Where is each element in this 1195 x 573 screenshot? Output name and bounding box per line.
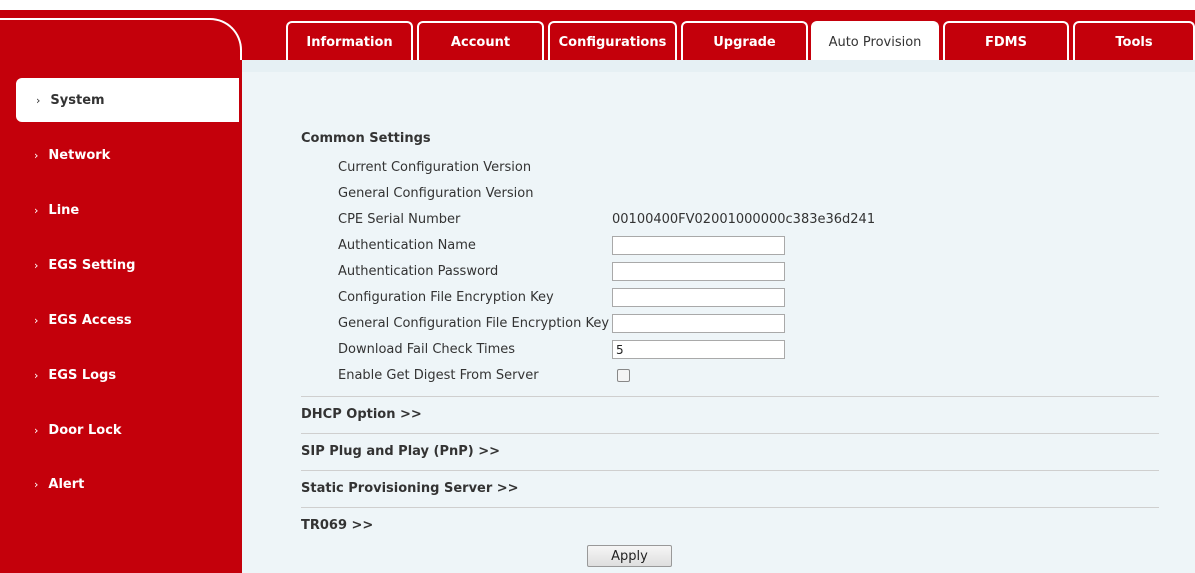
apply-button[interactable]: Apply [587, 545, 672, 567]
chevron-right-icon: › [34, 148, 39, 162]
tab-upgrade[interactable]: Upgrade [681, 21, 808, 62]
tab-label: Auto Provision [828, 35, 922, 50]
tab-fdms[interactable]: FDMS [943, 21, 1069, 62]
auth-name-field[interactable] [612, 236, 785, 255]
divider [301, 433, 1159, 434]
divider [301, 507, 1159, 508]
sidebar-item-label: Door Lock [48, 422, 122, 438]
tab-tools[interactable]: Tools [1073, 21, 1195, 62]
tab-label: Upgrade [713, 35, 776, 50]
digest-label: Enable Get Digest From Server [338, 368, 539, 383]
cpe-serial-value: 00100400FV02001000000c383e36d241 [612, 212, 876, 227]
sidebar-item-line[interactable]: › Line [0, 188, 242, 232]
dhcp-option-link[interactable]: DHCP Option >> [301, 407, 422, 422]
auth-name-label: Authentication Name [338, 238, 476, 253]
chevron-right-icon: › [34, 368, 39, 382]
chevron-right-icon: › [34, 203, 39, 217]
tab-label: Information [306, 35, 393, 50]
sidebar-item-egs-logs[interactable]: › EGS Logs [0, 353, 242, 397]
sidebar-item-label: EGS Access [48, 312, 132, 328]
digest-checkbox[interactable] [617, 369, 630, 382]
sidebar-item-label: EGS Setting [48, 257, 136, 273]
sidebar-item-door-lock[interactable]: › Door Lock [0, 408, 242, 452]
tab-row-background [242, 60, 1195, 72]
sidebar-item-label: System [50, 92, 105, 108]
chevron-right-icon: › [34, 258, 39, 272]
config-encryption-key-field[interactable] [612, 288, 785, 307]
tab-label: Configurations [558, 35, 667, 50]
tab-label: FDMS [985, 35, 1027, 50]
sidebar-item-label: EGS Logs [48, 367, 117, 383]
sidebar-item-alert[interactable]: › Alert [0, 462, 242, 506]
tab-configurations[interactable]: Configurations [548, 21, 677, 62]
sidebar-item-label: Network [48, 147, 111, 163]
sidebar-item-egs-setting[interactable]: › EGS Setting [0, 243, 242, 287]
static-provisioning-link[interactable]: Static Provisioning Server >> [301, 481, 519, 496]
chevron-right-icon: › [36, 93, 41, 107]
sidebar-item-system[interactable]: › System [16, 78, 239, 122]
chevron-right-icon: › [34, 423, 39, 437]
tab-label: Tools [1115, 35, 1153, 50]
tab-account[interactable]: Account [417, 21, 544, 62]
sidebar-header [0, 18, 242, 60]
tab-auto-provision[interactable]: Auto Provision [811, 21, 939, 62]
chevron-right-icon: › [34, 477, 39, 491]
sidebar-item-label: Line [48, 202, 80, 218]
config-encryption-key-label: Configuration File Encryption Key [338, 290, 554, 305]
sidebar-item-label: Alert [48, 476, 85, 492]
tr069-link[interactable]: TR069 >> [301, 518, 373, 533]
chevron-right-icon: › [34, 313, 39, 327]
general-encryption-key-field[interactable] [612, 314, 785, 333]
general-encryption-key-label: General Configuration File Encryption Ke… [338, 316, 610, 331]
download-fail-check-field[interactable] [612, 340, 785, 359]
tab-information[interactable]: Information [286, 21, 413, 62]
auth-password-label: Authentication Password [338, 264, 499, 279]
sip-pnp-link[interactable]: SIP Plug and Play (PnP) >> [301, 444, 500, 459]
divider [301, 396, 1159, 397]
download-fail-check-label: Download Fail Check Times [338, 342, 516, 357]
sidebar-item-egs-access[interactable]: › EGS Access [0, 298, 242, 342]
general-config-version-label: General Configuration Version [338, 186, 534, 201]
divider [301, 470, 1159, 471]
tab-label: Account [450, 35, 511, 50]
auth-password-field[interactable] [612, 262, 785, 281]
top-strip [0, 0, 1195, 10]
cpe-serial-label: CPE Serial Number [338, 212, 461, 227]
current-config-version-label: Current Configuration Version [338, 160, 532, 175]
common-settings-title: Common Settings [301, 131, 431, 146]
sidebar-item-network[interactable]: › Network [0, 133, 242, 177]
